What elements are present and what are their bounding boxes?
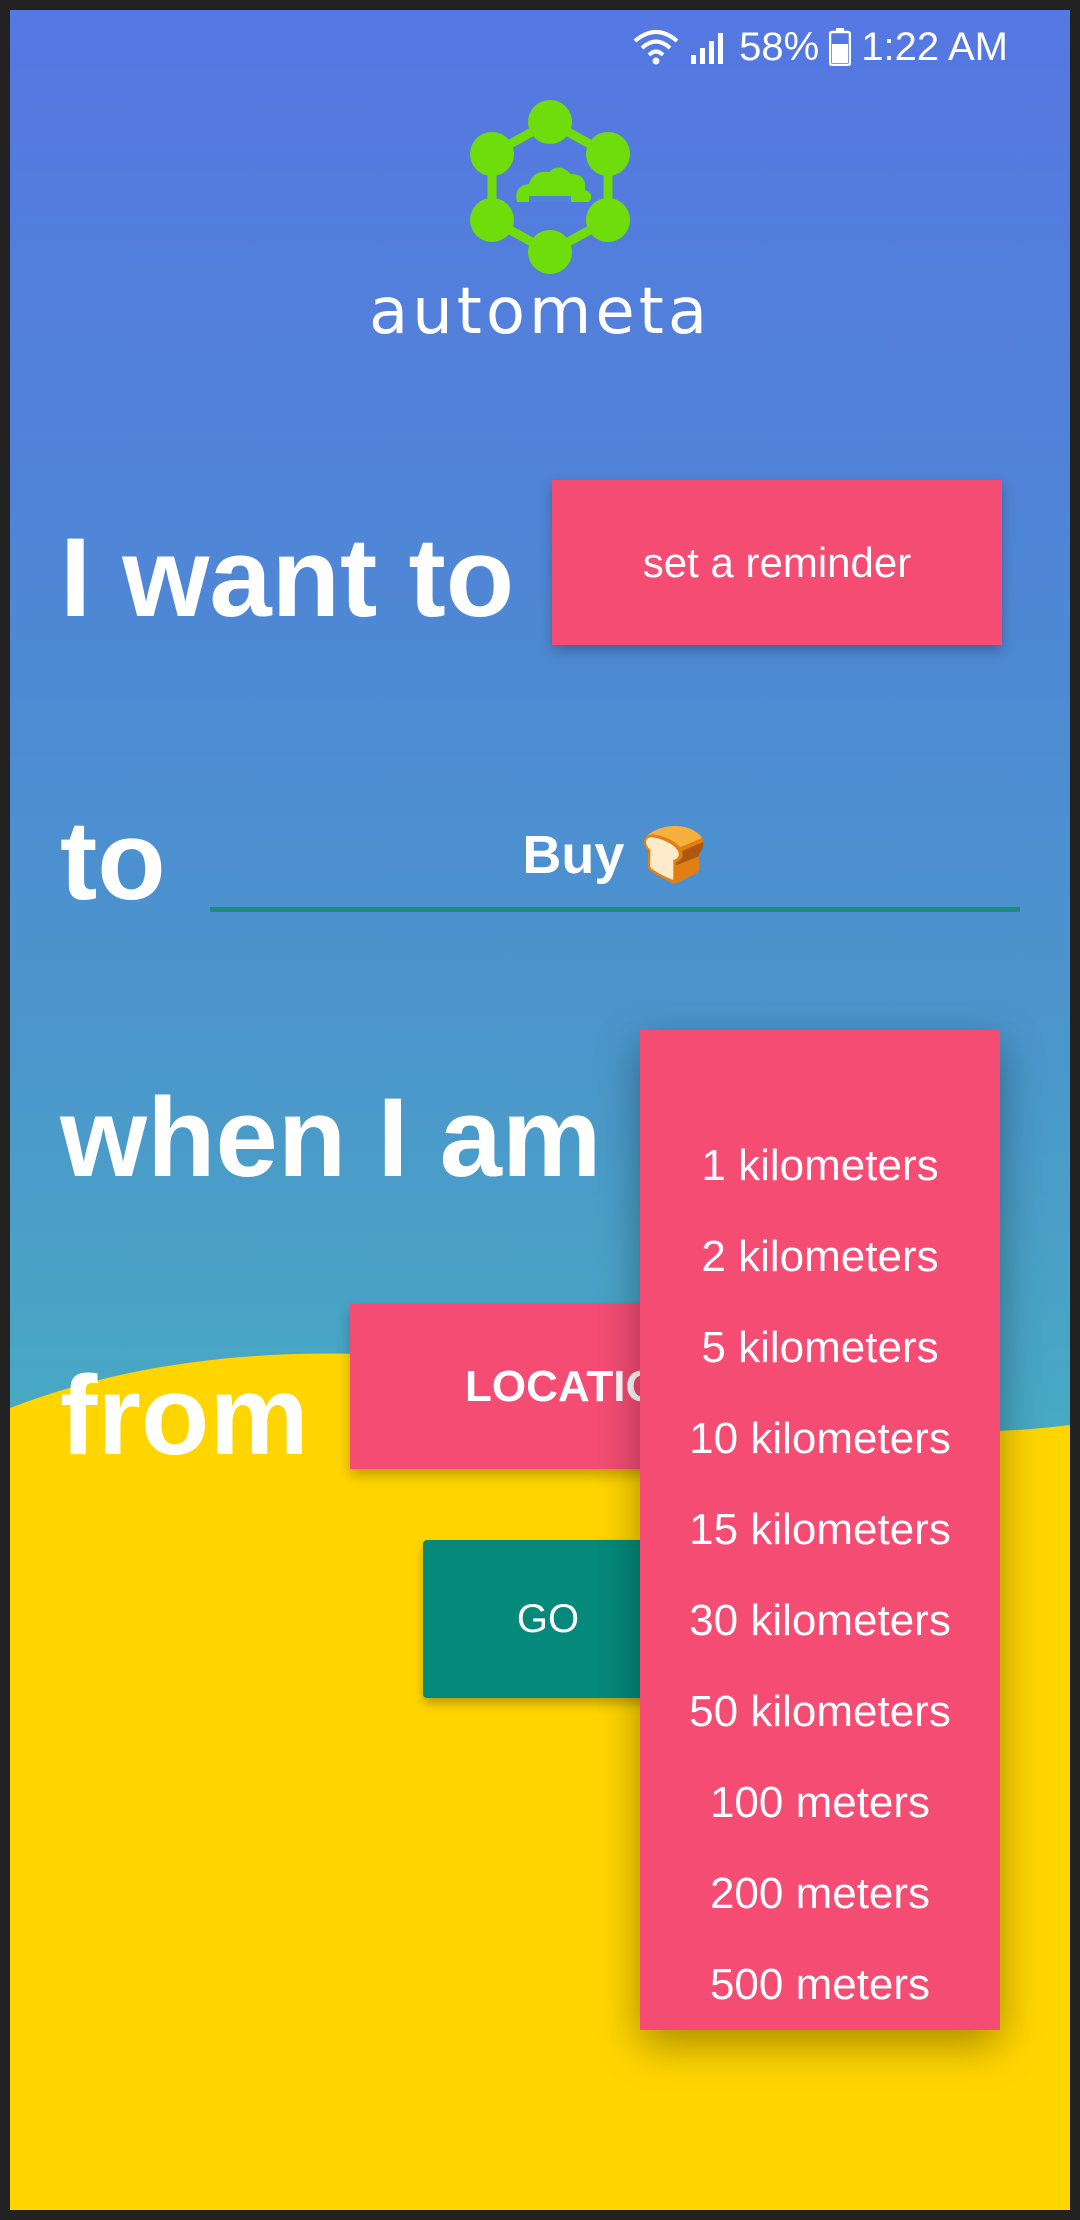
line1-label: I want to	[60, 515, 515, 640]
distance-dropdown-menu: 1 kilometers 2 kilometers 5 kilometers 1…	[640, 1030, 1000, 2030]
action-select-button[interactable]: set a reminder	[552, 480, 1002, 645]
app-name: autometa	[368, 275, 712, 349]
distance-option[interactable]: 30 kilometers	[640, 1575, 1000, 1666]
location-button-label: LOCATIO	[465, 1361, 660, 1411]
signal-icon	[689, 29, 729, 65]
task-input-underline	[210, 907, 1020, 912]
line2-label: to	[60, 798, 166, 923]
distance-option[interactable]: 5 kilometers	[640, 1302, 1000, 1393]
distance-option[interactable]: 50 kilometers	[640, 1666, 1000, 1757]
distance-option[interactable]: 500 meters	[640, 1939, 1000, 2030]
go-button-label: GO	[516, 1596, 580, 1641]
distance-option[interactable]: 15 kilometers	[640, 1484, 1000, 1575]
bread-emoji: 🍞	[640, 824, 708, 885]
distance-option[interactable]: 1 kilometers	[640, 1120, 1000, 1211]
battery-icon	[829, 28, 852, 66]
battery-percent: 58%	[739, 24, 820, 69]
status-bar: 58% 1:22 AM	[633, 22, 1008, 72]
hexagon-cloud-logo	[470, 100, 630, 274]
location-button[interactable]: LOCATIO	[350, 1304, 670, 1469]
app-screen: 58% 1:22 AM autometa I want to set a rem…	[10, 10, 1070, 2210]
go-button[interactable]: GO	[423, 1540, 673, 1698]
line4-label: from	[60, 1353, 309, 1478]
distance-option[interactable]: 200 meters	[640, 1848, 1000, 1939]
action-select-label: set a reminder	[642, 538, 912, 586]
wifi-icon	[633, 29, 679, 65]
distance-option[interactable]: 10 kilometers	[640, 1393, 1000, 1484]
distance-option[interactable]: 100 meters	[640, 1757, 1000, 1848]
task-input-text: Buy	[522, 825, 625, 885]
clock-time: 1:22 AM	[861, 24, 1008, 69]
line3-label: when I am	[60, 1075, 602, 1200]
task-input[interactable]: Buy 🍞	[210, 795, 1020, 915]
distance-option[interactable]: 2 kilometers	[640, 1211, 1000, 1302]
